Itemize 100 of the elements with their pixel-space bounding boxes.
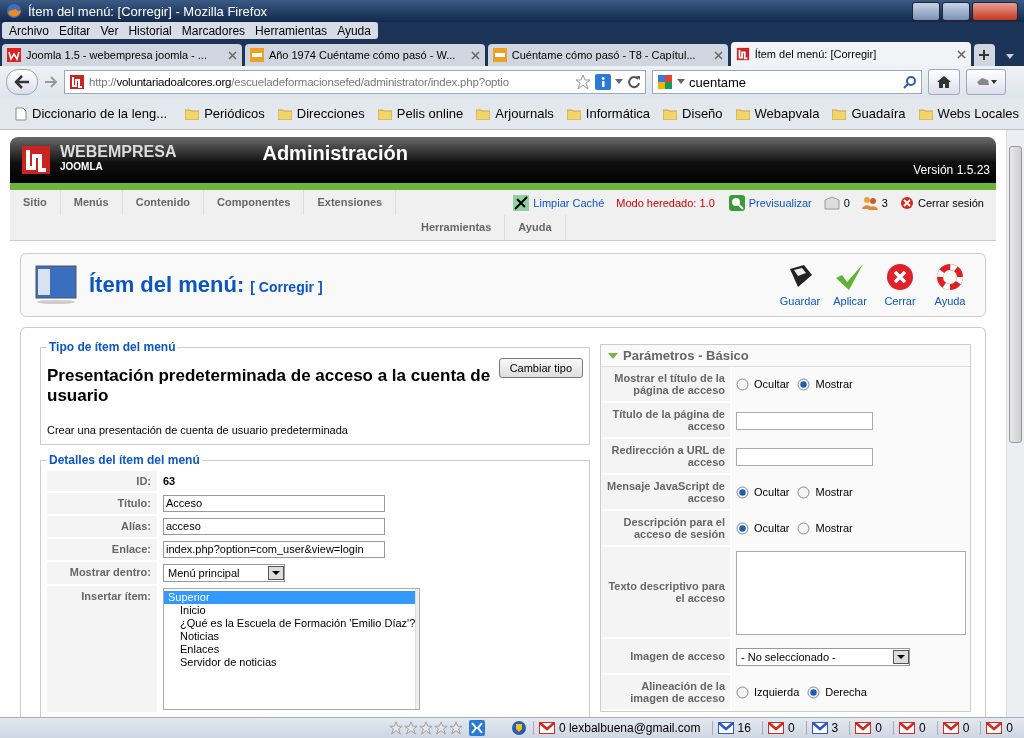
star-icon[interactable] [403,721,418,735]
address-field[interactable]: http://voluntariadoalcores.org/escueladeformacionsefed/administrator/index.php?optio [64,70,646,94]
status-link[interactable]: 3 [861,195,888,210]
bookmark-item[interactable]: Periódicos [181,106,269,121]
menu-item[interactable]: Archivo [4,23,54,38]
bookmark-item[interactable]: Informática [562,106,655,121]
mail-counter[interactable]: 16 [711,721,756,735]
radio-label[interactable]: Ocultar [754,486,790,498]
select-field[interactable]: Menú principal [163,564,285,582]
status-link[interactable]: Previsualizar [728,194,812,211]
mail-counter[interactable]: 3 [805,721,844,735]
menu-item[interactable]: Editar [54,23,96,38]
bookmark-item[interactable]: Arjournals [472,106,558,121]
text-field[interactable] [736,412,873,430]
triangle-down-icon[interactable] [608,351,618,360]
radio-button[interactable] [736,377,749,391]
list-option[interactable]: Enlaces [164,643,416,656]
browser-tab[interactable]: Año 1974 Cuéntame cómo pasó - W... [244,44,485,66]
reload-icon[interactable] [627,75,641,89]
radio-label[interactable]: Mostrar [815,486,853,498]
toolbar-button[interactable]: Ayuda [925,263,975,307]
radio-button[interactable] [736,685,749,699]
close-tab-icon[interactable] [956,49,966,59]
radio-button[interactable] [807,685,821,699]
admin-menu-item[interactable]: Sitio [10,190,61,215]
text-field[interactable]: acceso [163,518,385,535]
bookmark-item[interactable]: Direcciones [273,106,369,121]
list-option[interactable]: ¿Qué es la Escuela de Formación 'Emilio Díaz'? [164,617,416,630]
list-option[interactable]: Noticias [164,630,416,643]
mail-counter[interactable]: 0 [980,721,1018,735]
menu-item[interactable]: Marcadores [176,23,251,38]
radio-button[interactable] [736,485,749,499]
star-icon[interactable] [433,721,448,735]
close-tab-icon[interactable] [713,50,723,60]
list-option[interactable]: Inicio [164,604,416,617]
forward-arrow-icon[interactable] [44,76,58,88]
back-button[interactable] [6,69,38,95]
admin-menu-item[interactable]: Herramientas [408,215,506,240]
select-field[interactable]: - No seleccionado - [736,648,910,666]
status-link[interactable]: Cerrar sesión [899,195,984,210]
toolbar-button[interactable]: Aplicar [825,263,875,307]
info-icon[interactable] [595,74,611,90]
text-area[interactable] [736,551,966,635]
maximize-button[interactable] [942,1,970,21]
radio-label[interactable]: Mostrar [815,378,853,390]
menu-item[interactable]: Herramientas [250,23,333,38]
toolbar-button[interactable]: Guardar [775,263,825,307]
radio-label[interactable]: Mostrar [815,522,853,534]
star-icon[interactable] [448,721,463,735]
search-engine-icon[interactable] [657,74,673,90]
radio-button[interactable] [736,521,749,535]
mail-counter[interactable]: 0 [849,721,887,735]
star-icon[interactable] [388,721,403,735]
new-tab-button[interactable] [973,44,996,66]
star-icon[interactable] [418,721,433,735]
addon-icon[interactable] [468,720,485,736]
admin-menu-item[interactable]: Componentes [204,190,305,215]
admin-menu-item[interactable]: Menús [60,190,123,215]
menu-item[interactable]: Historial [123,23,177,38]
radio-label[interactable]: Ocultar [754,378,790,390]
text-field[interactable]: Acceso [163,495,385,512]
bookmark-item[interactable]: Diseño [659,106,727,121]
radio-button[interactable] [797,377,811,391]
scrollbar-thumb[interactable] [1009,146,1022,443]
menu-item[interactable]: Ayuda [332,23,376,38]
browser-tab[interactable]: Joomla 1.5 - webempresa joomla - ... [2,44,242,66]
text-field[interactable] [736,448,873,466]
scrollbar[interactable] [1006,130,1024,717]
radio-label[interactable]: Izquierda [754,686,800,698]
shield-icon[interactable] [510,720,527,736]
bookmark-item[interactable]: Pelis online [373,106,468,121]
menu-item[interactable]: Ver [95,23,124,38]
caret-icon[interactable] [677,79,685,85]
change-type-button[interactable]: Cambiar tipo [498,358,583,378]
list-option[interactable]: Servidor de noticias [164,656,416,669]
close-tab-icon[interactable] [470,50,480,60]
toolbar-button[interactable]: Cerrar [875,263,925,307]
admin-menu-item[interactable]: Contenido [122,190,205,215]
text-field[interactable]: index.php?option=com_user&view=login [163,541,385,558]
list-box[interactable]: Superior Inicio ¿Qué es la Escuela de Formación 'Emilio Díaz'? Noticias Enlaces Servidor de noticias [163,588,420,710]
bookmark-item[interactable]: Guadaíra [828,106,910,121]
browser-tab[interactable]: Ítem del menú: [Corregir] [730,42,971,66]
close-button[interactable] [972,1,1018,21]
star-icon[interactable] [575,74,591,90]
rating-stars[interactable] [388,721,463,735]
caret-icon[interactable] [615,79,623,85]
search-icon[interactable] [903,75,917,89]
radio-label[interactable]: Derecha [825,686,867,698]
mail-counter[interactable]: 0 [892,721,931,735]
minimize-button[interactable] [912,1,940,21]
browser-tab[interactable]: Cuéntame cómo pasó - T8 - Capítul... [487,44,728,66]
bookmark-item[interactable]: Webs Locales [914,106,1023,121]
home-button[interactable] [928,69,960,95]
radio-button[interactable] [797,521,811,535]
mail-counter[interactable]: 0 [936,721,975,735]
admin-menu-item[interactable]: Ayuda [505,215,566,240]
status-link[interactable]: 0 [823,195,850,210]
mail-counter[interactable]: 0 [761,721,800,735]
admin-menu-item[interactable]: Extensiones [304,190,397,215]
bookmark-item[interactable]: Webapvala [731,106,824,121]
